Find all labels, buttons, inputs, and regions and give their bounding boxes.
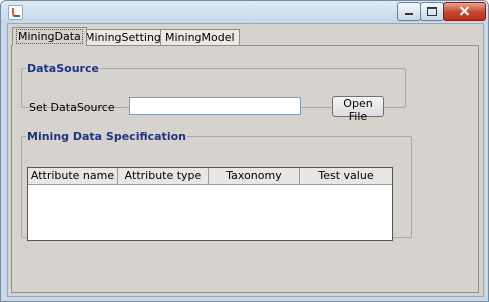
open-file-button[interactable]: Open File xyxy=(332,96,384,123)
column-header-attribute-name[interactable]: Attribute name xyxy=(28,168,118,184)
close-button[interactable] xyxy=(443,2,486,21)
tab-label: MiningModel xyxy=(165,31,235,44)
tab-label: MiningSetting xyxy=(85,31,161,44)
column-header-attribute-type[interactable]: Attribute type xyxy=(118,168,209,184)
datasource-label: Set DataSource xyxy=(29,101,115,114)
table-header: Attribute name Attribute type Taxonomy T… xyxy=(28,168,392,185)
tab-label: MiningData xyxy=(16,29,83,44)
minimize-button[interactable] xyxy=(397,2,421,21)
java-icon[interactable] xyxy=(8,5,23,20)
maximize-button[interactable] xyxy=(420,2,444,21)
tab-miningdata[interactable]: MiningData xyxy=(12,27,87,46)
mining-data-spec-title: Mining Data Specification xyxy=(27,130,186,143)
table-body[interactable] xyxy=(28,185,392,240)
miningdata-panel: DataSource Set DataSource Open File Mini… xyxy=(11,45,479,293)
column-header-test-value[interactable]: Test value xyxy=(300,168,392,184)
tab-miningsetting[interactable]: MiningSetting xyxy=(80,29,166,46)
client-area: MiningData MiningSetting MiningModel Dat… xyxy=(7,23,484,297)
column-header-taxonomy[interactable]: Taxonomy xyxy=(209,168,300,184)
app-window: MiningData MiningSetting MiningModel Dat… xyxy=(0,0,489,302)
title-bar[interactable] xyxy=(1,1,488,23)
datasource-input[interactable] xyxy=(129,97,301,115)
attribute-table: Attribute name Attribute type Taxonomy T… xyxy=(27,167,393,241)
datasource-title: DataSource xyxy=(27,62,99,75)
tab-miningmodel[interactable]: MiningModel xyxy=(160,29,240,46)
